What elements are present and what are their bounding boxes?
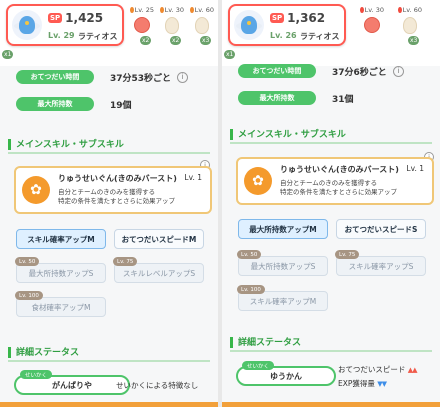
bottom-bar — [0, 402, 218, 407]
main-skill-card[interactable]: ✿ りゅうせいぐん(きのみバースト) Lv. 1 自分とチームのきのみを獲得する… — [14, 166, 212, 214]
nature-note: せいかくによる特徴なし — [116, 381, 199, 390]
help-time-label: おてつだい時間 — [238, 64, 316, 78]
ingredient-slot[interactable]: Lv. 30 x2 — [160, 6, 184, 46]
ingredient-list: Lv. 30 Lv. 60 x3 — [360, 6, 422, 46]
egg-icon — [403, 17, 417, 34]
strength-points: SP 1,362 — [270, 11, 326, 25]
main-skill-name: りゅうせいぐん(きのみバースト) — [58, 174, 177, 183]
berry-icon — [134, 17, 150, 33]
max-carry-value: 19個 — [110, 100, 132, 111]
up-arrow-icon: ▲▲ — [407, 366, 418, 374]
ingredient-list: Lv. 25 x2 Lv. 30 x2 Lv. 60 x3 — [130, 6, 214, 46]
main-skill-description: 自分とチームのきのみを獲得する 特定の条件を満たすとさらに効果アップ — [58, 188, 175, 205]
section-title: メインスキル・サブスキル — [16, 140, 124, 150]
max-carry-row: 最大所持数 19個 — [16, 97, 132, 111]
berry-icon — [364, 17, 380, 33]
sub-skill-button[interactable]: おてつだいスピードS — [336, 219, 426, 239]
pokemon-icon — [12, 10, 42, 40]
bottom-bar — [222, 402, 440, 407]
pokemon-level: Lv. 26 — [270, 31, 297, 40]
header-area: SP 1,425 Lv. 29 ラティオス x1 Lv. 25 x2 Lv. 30… — [0, 0, 218, 66]
detail-section-header: 詳細ステータス — [222, 334, 440, 352]
sub-skill-button-locked[interactable]: Lv. 100 スキル確率アップM — [237, 285, 328, 311]
pokemon-level: Lv. 29 — [48, 31, 75, 40]
pokemon-name: ラティオス — [300, 32, 340, 41]
info-icon[interactable]: i — [392, 65, 404, 77]
unlock-level-tag: Lv. 50 — [15, 257, 40, 266]
unlock-level-tag: Lv. 75 — [113, 257, 138, 266]
comparison-view: SP 1,425 Lv. 29 ラティオス x1 Lv. 25 x2 Lv. 30… — [0, 0, 440, 407]
main-skill-card[interactable]: ✿ りゅうせいぐん(きのみバースト) Lv. 1 自分とチームのきのみを獲得する… — [236, 157, 434, 205]
skill-section-header: メインスキル・サブスキル — [0, 136, 218, 154]
pokemon-panel-left: SP 1,425 Lv. 29 ラティオス x1 Lv. 25 x2 Lv. 30… — [0, 0, 218, 407]
sub-skill-button-locked[interactable]: Lv. 50 最大所持数アップS — [15, 257, 106, 283]
help-time-row: おてつだい時間 37分53秒ごと i — [16, 70, 189, 84]
nature-up-row: おてつだいスピード ▲▲ — [338, 365, 418, 374]
nature-tag: せいかく — [20, 370, 53, 379]
sub-skill-button-locked[interactable]: Lv. 50 最大所持数アップS — [237, 250, 328, 276]
ingredient-slot[interactable]: Lv. 30 — [360, 6, 384, 46]
max-carry-label: 最大所持数 — [16, 97, 94, 111]
ingredient-slot[interactable]: Lv. 60 x3 — [398, 6, 422, 46]
down-arrow-icon: ▼▼ — [377, 380, 387, 388]
ingredient-slot[interactable]: Lv. 25 x2 — [130, 6, 154, 46]
pokemon-name: ラティオス — [78, 32, 118, 41]
max-carry-row: 最大所持数 31個 — [238, 91, 354, 105]
ingredient-slot[interactable]: Lv. 60 x3 — [190, 6, 214, 46]
section-title: メインスキル・サブスキル — [238, 130, 346, 140]
sub-skill-button-locked[interactable]: Lv. 75 スキル確率アップS — [335, 250, 426, 276]
main-skill-description: 自分とチームのきのみを獲得する 特定の条件を満たすとさらに効果アップ — [280, 179, 397, 196]
nature-down-row: EXP獲得量 ▼▼ — [338, 379, 387, 388]
berry-burst-icon: ✿ — [244, 167, 272, 195]
pokemon-panel-right: SP 1,362 Lv. 26 ラティオス x1 Lv. 30 Lv. 60 x3… — [222, 0, 440, 407]
pokemon-icon — [234, 10, 264, 40]
section-title: 詳細ステータス — [238, 338, 302, 348]
help-time-label: おてつだい時間 — [16, 70, 94, 84]
skill-section-header: メインスキル・サブスキル — [222, 126, 440, 144]
unlock-level-tag: Lv. 100 — [237, 285, 265, 294]
header-area: SP 1,362 Lv. 26 ラティオス x1 Lv. 30 Lv. 60 x3 — [222, 0, 440, 66]
main-skill-name: りゅうせいぐん(きのみバースト) — [280, 165, 399, 174]
unlock-level-tag: Lv. 100 — [15, 291, 43, 300]
strength-points: SP 1,425 — [48, 11, 104, 25]
sub-skill-button-locked[interactable]: Lv. 75 スキルレベルアップS — [113, 257, 204, 283]
egg-icon — [165, 17, 179, 34]
ingredient-count: x1 — [2, 50, 14, 59]
max-carry-label: 最大所持数 — [238, 91, 316, 105]
sub-skill-button[interactable]: スキル確率アップM — [16, 229, 106, 249]
section-title: 詳細ステータス — [16, 348, 80, 358]
main-skill-level: Lv. 1 — [406, 164, 424, 173]
sub-skill-button[interactable]: おてつだいスピードM — [114, 229, 204, 249]
sub-skill-button-locked[interactable]: Lv. 100 食材確率アップM — [15, 291, 106, 317]
egg-icon — [195, 17, 209, 34]
berry-burst-icon: ✿ — [22, 176, 50, 204]
nature-tag: せいかく — [242, 361, 275, 370]
help-time-value: 37分53秒ごと — [110, 73, 172, 84]
help-time-row: おてつだい時間 37分6秒ごと i — [238, 64, 404, 78]
max-carry-value: 31個 — [332, 94, 354, 105]
main-skill-level: Lv. 1 — [184, 173, 202, 182]
sub-skill-button[interactable]: 最大所持数アップM — [238, 219, 328, 239]
pokemon-card[interactable]: SP 1,362 Lv. 26 ラティオス — [228, 4, 346, 46]
ingredient-count: x1 — [224, 50, 236, 59]
detail-section-header: 詳細ステータス — [0, 344, 218, 362]
info-icon[interactable]: i — [177, 71, 189, 83]
unlock-level-tag: Lv. 50 — [237, 250, 262, 259]
help-time-value: 37分6秒ごと — [332, 67, 387, 78]
pokemon-card[interactable]: SP 1,425 Lv. 29 ラティオス — [6, 4, 124, 46]
unlock-level-tag: Lv. 75 — [335, 250, 360, 259]
